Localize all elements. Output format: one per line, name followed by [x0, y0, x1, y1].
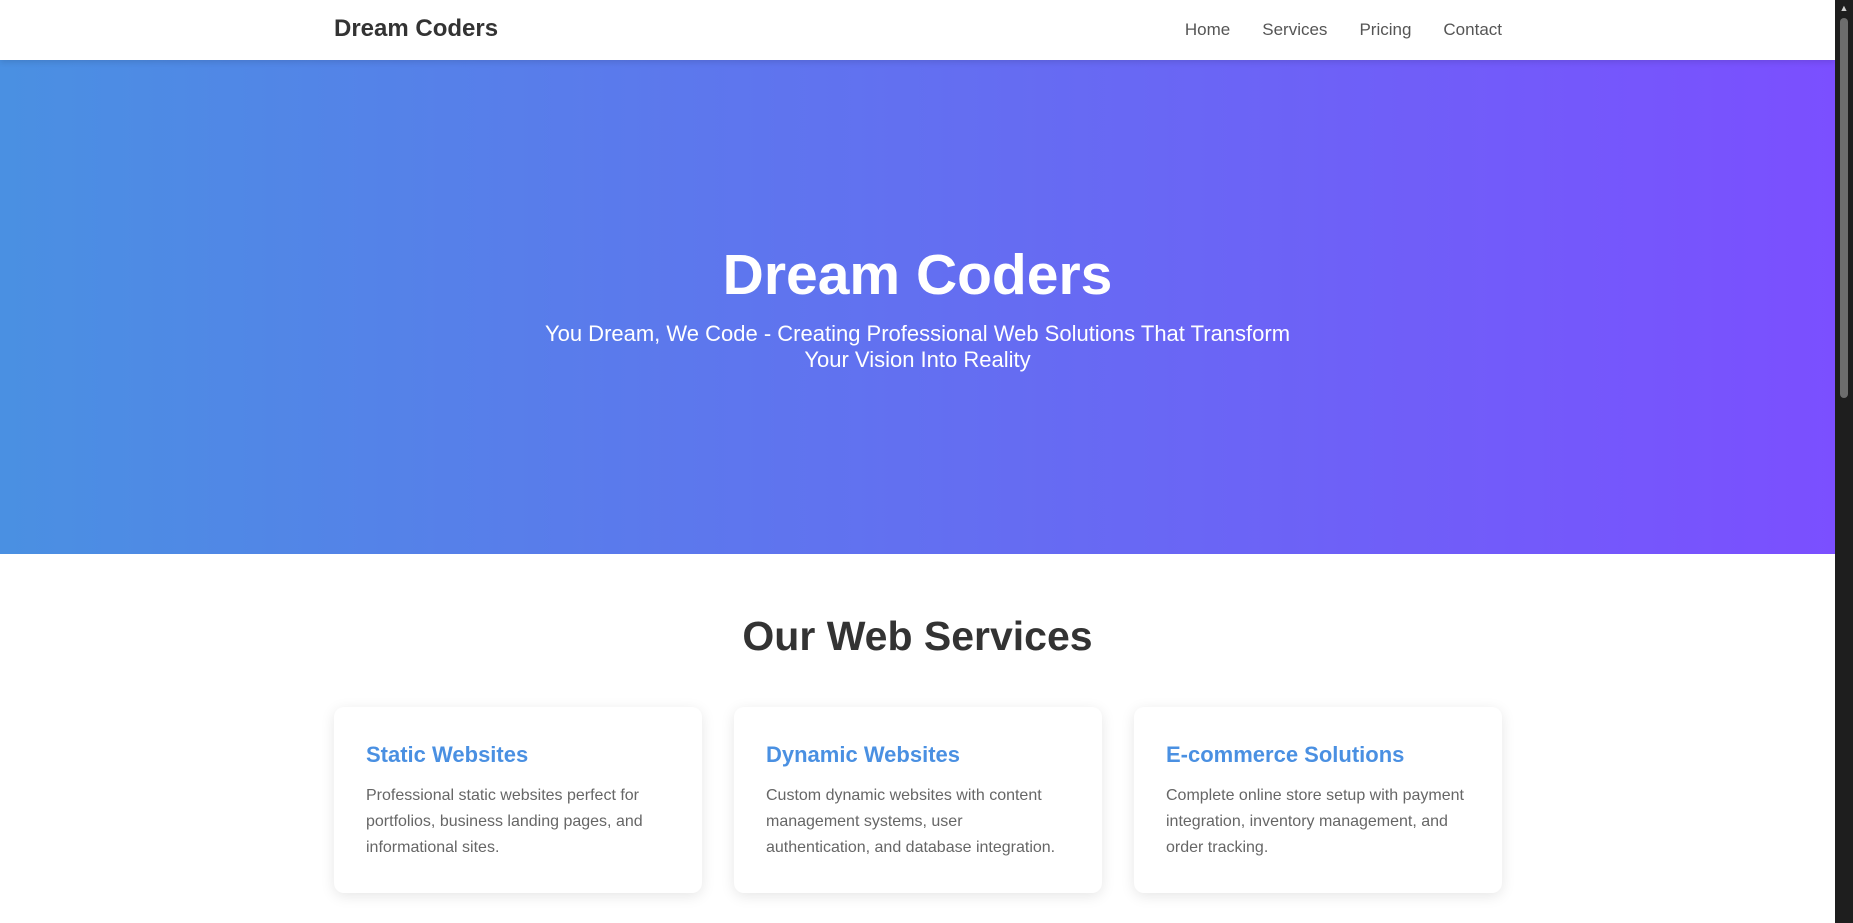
site-header: Dream Coders Home Services Pricing Conta… [0, 0, 1835, 60]
nav-item-contact: Contact [1443, 20, 1502, 40]
service-card-title: Static Websites [366, 742, 529, 767]
nav-link-contact[interactable]: Contact [1443, 20, 1502, 39]
hero-title: Dream Coders [722, 243, 1113, 307]
service-card-ecommerce: E-commerce Solutions Complete online sto… [1134, 707, 1502, 893]
nav-item-pricing: Pricing [1359, 20, 1411, 40]
service-card-text: Custom dynamic websites with content man… [766, 787, 1056, 856]
chevron-up-icon[interactable]: ▲ [1835, 0, 1853, 17]
service-card-dynamic: Dynamic Websites Custom dynamic websites… [734, 707, 1102, 893]
nav-item-home: Home [1185, 20, 1230, 40]
vertical-scrollbar[interactable]: ▲ [1835, 0, 1853, 923]
brand-logo-link[interactable]: Dream Coders [334, 14, 498, 44]
service-card-title: E-commerce Solutions [1166, 742, 1405, 767]
services-section-title: Our Web Services [742, 613, 1093, 659]
browser-viewport: Dream Coders Home Services Pricing Conta… [0, 0, 1853, 923]
service-card-text: Professional static websites perfect for… [366, 787, 643, 856]
services-cards: Static Websites Professional static webs… [334, 707, 1502, 893]
nav-link-home[interactable]: Home [1185, 20, 1230, 39]
hero-section: Dream Coders You Dream, We Code - Creati… [0, 60, 1835, 554]
service-card-text: Complete online store setup with payment… [1166, 787, 1464, 856]
nav-item-services: Services [1262, 20, 1327, 40]
nav-link-pricing[interactable]: Pricing [1359, 20, 1411, 39]
page: Dream Coders Home Services Pricing Conta… [0, 0, 1835, 923]
main-nav: Home Services Pricing Contact [1185, 0, 1502, 60]
service-card-static: Static Websites Professional static webs… [334, 707, 702, 893]
scrollbar-thumb[interactable] [1840, 18, 1848, 398]
hero-subtitle: You Dream, We Code - Creating Profession… [544, 321, 1291, 372]
service-card-title: Dynamic Websites [766, 742, 961, 767]
nav-link-services[interactable]: Services [1262, 20, 1327, 39]
